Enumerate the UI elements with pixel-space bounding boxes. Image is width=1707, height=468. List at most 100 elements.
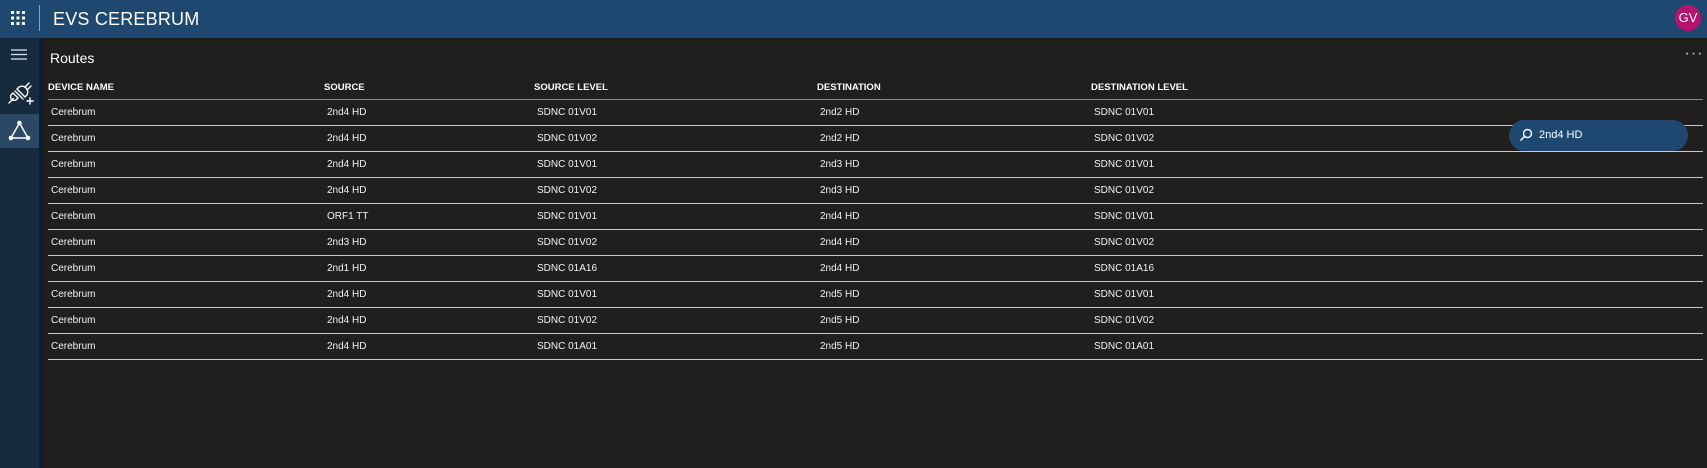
device-name-cell: Cerebrum bbox=[48, 307, 324, 334]
cell-text: ORF1 TT bbox=[327, 211, 369, 222]
sidebar-item-routes[interactable] bbox=[0, 114, 39, 148]
source-level-cell: SDNC 01A01 bbox=[534, 333, 817, 360]
cell-text: Cerebrum bbox=[51, 237, 96, 248]
device-name-cell: Cerebrum bbox=[48, 229, 324, 256]
cell-text: 2nd5 HD bbox=[820, 289, 860, 300]
cell-text: 2nd5 HD bbox=[820, 315, 860, 326]
device-name-cell: Cerebrum bbox=[48, 281, 324, 308]
cell-text: SDNC 01A01 bbox=[1094, 341, 1155, 352]
source-cell: 2nd4 HD bbox=[324, 151, 534, 178]
device-name-cell: Cerebrum bbox=[48, 177, 324, 204]
column-header-source-level[interactable]: SOURCE LEVEL bbox=[534, 76, 817, 100]
table-row[interactable]: Cerebrum 2nd4 HD SDNC 01V02 2nd2 HD SDNC 01V… bbox=[48, 125, 1703, 152]
destination-level-cell: SDNC 01A01 bbox=[1091, 333, 1703, 360]
cell-text: SDNC 01V01 bbox=[537, 289, 598, 300]
cell-text: Cerebrum bbox=[51, 341, 96, 352]
table-row[interactable]: Cerebrum ORF1 TT SDNC 01V01 2nd4 HD SDNC 01V… bbox=[48, 203, 1703, 230]
cell-text: 2nd4 HD bbox=[327, 133, 367, 144]
cell-text: Cerebrum bbox=[51, 133, 96, 144]
source-cell: 2nd4 HD bbox=[324, 99, 534, 126]
source-level-cell: SDNC 01V01 bbox=[534, 203, 817, 230]
source-level-cell: SDNC 01V01 bbox=[534, 99, 817, 126]
table-row[interactable]: Cerebrum 2nd3 HD SDNC 01V02 2nd4 HD SDNC 01V… bbox=[48, 229, 1703, 256]
cell-text: SDNC 01V02 bbox=[537, 315, 598, 326]
cell-text: 2nd4 HD bbox=[327, 315, 367, 326]
cell-text: 2nd4 HD bbox=[327, 159, 367, 170]
cell-text: SDNC 01V02 bbox=[537, 185, 598, 196]
device-name-cell: Cerebrum bbox=[48, 203, 324, 230]
destination-level-cell: SDNC 01V01 bbox=[1091, 203, 1703, 230]
hamburger-menu-button[interactable] bbox=[0, 38, 39, 72]
cell-text: SDNC 01V01 bbox=[537, 107, 598, 118]
table-row[interactable]: Cerebrum 2nd4 HD SDNC 01V02 2nd5 HD SDNC 01V… bbox=[48, 307, 1703, 334]
cell-text: 2nd2 HD bbox=[820, 133, 860, 144]
cell-text: Cerebrum bbox=[51, 263, 96, 274]
cell-text: SDNC 01V02 bbox=[537, 133, 598, 144]
table-row[interactable]: Cerebrum 2nd4 HD SDNC 01V01 2nd2 HD SDNC 01V… bbox=[48, 99, 1703, 126]
app-launcher-icon[interactable] bbox=[10, 10, 26, 26]
hamburger-menu-icon bbox=[11, 49, 27, 60]
destination-cell: 2nd5 HD bbox=[817, 333, 1091, 360]
left-sidebar bbox=[0, 38, 39, 468]
destination-level-cell: SDNC 01V02 bbox=[1091, 177, 1703, 204]
source-level-cell: SDNC 01A16 bbox=[534, 255, 817, 282]
source-cell: 2nd4 HD bbox=[324, 177, 534, 204]
destination-cell: 2nd4 HD bbox=[817, 255, 1091, 282]
source-level-cell: SDNC 01V02 bbox=[534, 125, 817, 152]
cell-text: Cerebrum bbox=[51, 107, 96, 118]
destination-cell: 2nd3 HD bbox=[817, 177, 1091, 204]
table-header-row: DEVICE NAME SOURCE SOURCE LEVEL DESTINAT… bbox=[48, 76, 1703, 100]
column-header-destination-level[interactable]: DESTINATION LEVEL bbox=[1091, 76, 1703, 100]
destination-cell: 2nd5 HD bbox=[817, 307, 1091, 334]
cell-text: SDNC 01A16 bbox=[1094, 263, 1155, 274]
cell-text: 2nd3 HD bbox=[820, 159, 860, 170]
table-row[interactable]: Cerebrum 2nd4 HD SDNC 01V02 2nd3 HD SDNC 01V… bbox=[48, 177, 1703, 204]
cell-text: Cerebrum bbox=[51, 289, 96, 300]
cell-text: Cerebrum bbox=[51, 315, 96, 326]
destination-cell: 2nd4 HD bbox=[817, 229, 1091, 256]
column-header-device-name[interactable]: DEVICE NAME bbox=[48, 76, 324, 100]
cell-text: 2nd2 HD bbox=[820, 107, 860, 118]
table-row[interactable]: Cerebrum 2nd4 HD SDNC 01V01 2nd3 HD SDNC 01V… bbox=[48, 151, 1703, 178]
cell-text: 2nd4 HD bbox=[820, 263, 860, 274]
destination-level-cell: SDNC 01V02 bbox=[1091, 307, 1703, 334]
table-row[interactable]: Cerebrum 2nd4 HD SDNC 01A01 2nd5 HD SDNC 01A… bbox=[48, 333, 1703, 360]
more-options-button[interactable]: ··· bbox=[1683, 45, 1705, 65]
table-row[interactable]: Cerebrum 2nd1 HD SDNC 01A16 2nd4 HD SDNC 01A… bbox=[48, 255, 1703, 282]
column-header-destination[interactable]: DESTINATION bbox=[817, 76, 1091, 100]
destination-cell: 2nd3 HD bbox=[817, 151, 1091, 178]
destination-level-cell: SDNC 01V01 bbox=[1091, 281, 1703, 308]
source-cell: 2nd4 HD bbox=[324, 307, 534, 334]
cell-text: SDNC 01V02 bbox=[537, 237, 598, 248]
column-header-source[interactable]: SOURCE bbox=[324, 76, 534, 100]
cell-text: SDNC 01V01 bbox=[1094, 107, 1155, 118]
destination-level-cell: SDNC 01A16 bbox=[1091, 255, 1703, 282]
device-name-cell: Cerebrum bbox=[48, 99, 324, 126]
search-box[interactable] bbox=[1509, 120, 1688, 151]
cell-text: 2nd4 HD bbox=[327, 107, 367, 118]
source-level-cell: SDNC 01V01 bbox=[534, 281, 817, 308]
cell-text: SDNC 01A01 bbox=[537, 341, 598, 352]
cell-text: 2nd4 HD bbox=[820, 237, 860, 248]
cell-text: 2nd4 HD bbox=[820, 211, 860, 222]
source-cell: 2nd1 HD bbox=[324, 255, 534, 282]
destination-cell: 2nd5 HD bbox=[817, 281, 1091, 308]
cell-text: SDNC 01V02 bbox=[1094, 237, 1155, 248]
search-icon bbox=[1520, 128, 1533, 141]
table-row[interactable]: Cerebrum 2nd4 HD SDNC 01V01 2nd5 HD SDNC 01V… bbox=[48, 281, 1703, 308]
device-name-cell: Cerebrum bbox=[48, 125, 324, 152]
source-level-cell: SDNC 01V02 bbox=[534, 177, 817, 204]
cell-text: SDNC 01V01 bbox=[1094, 289, 1155, 300]
sidebar-item-connections[interactable] bbox=[0, 76, 39, 110]
user-avatar[interactable]: GV bbox=[1675, 5, 1701, 31]
search-input[interactable] bbox=[1539, 126, 1679, 144]
source-cell: 2nd4 HD bbox=[324, 333, 534, 360]
app-title: EVS CEREBRUM bbox=[53, 9, 200, 29]
cell-text: Cerebrum bbox=[51, 211, 96, 222]
source-cell: 2nd4 HD bbox=[324, 281, 534, 308]
cell-text: 2nd3 HD bbox=[820, 185, 860, 196]
cell-text: SDNC 01V01 bbox=[1094, 159, 1155, 170]
cell-text: 2nd4 HD bbox=[327, 185, 367, 196]
destination-cell: 2nd4 HD bbox=[817, 203, 1091, 230]
source-level-cell: SDNC 01V01 bbox=[534, 151, 817, 178]
